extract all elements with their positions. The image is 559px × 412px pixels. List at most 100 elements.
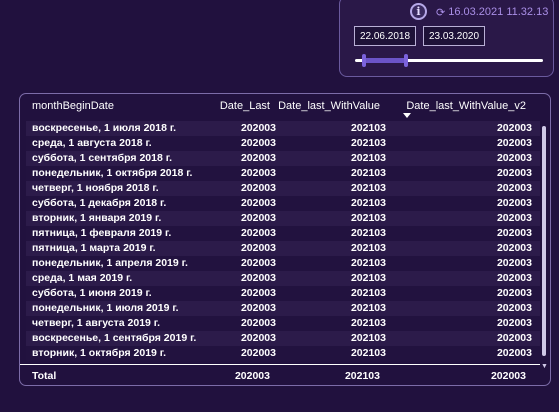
total-date-last-withvalue-v2: 202003 (490, 370, 526, 382)
cell-date-last-withvalue-v2: 202003 (496, 152, 532, 164)
cell-monthbegindate: пятница, 1 февраля 2019 г. (32, 227, 172, 239)
table-row[interactable]: воскресенье, 1 сентября 2019 г. 202003 202… (26, 331, 540, 346)
cell-monthbegindate: воскресенье, 1 июля 2018 г. (32, 122, 177, 134)
table-row[interactable]: понедельник, 1 октября 2018 г. 202003 2021… (26, 166, 540, 181)
cell-date-last-withvalue-v2: 202003 (496, 272, 532, 284)
cell-monthbegindate: четверг, 1 ноября 2018 г. (32, 182, 159, 194)
cell-date-last-withvalue-v2: 202003 (496, 332, 532, 344)
cell-monthbegindate: четверг, 1 августа 2019 г. (32, 317, 161, 329)
cell-date-last: 202003 (240, 347, 276, 359)
cell-monthbegindate: среда, 1 августа 2018 г. (32, 137, 152, 149)
cell-date-last-withvalue-v2: 202003 (496, 197, 532, 209)
cell-date-last-withvalue: 202103 (350, 152, 386, 164)
cell-date-last-withvalue-v2: 202003 (496, 137, 532, 149)
cell-date-last-withvalue-v2: 202003 (496, 122, 532, 134)
cell-monthbegindate: воскресенье, 1 сентября 2019 г. (32, 332, 197, 344)
cell-date-last-withvalue-v2: 202003 (496, 287, 532, 299)
cell-date-last: 202003 (240, 122, 276, 134)
cell-date-last-withvalue: 202103 (350, 122, 386, 134)
column-header-date-last-withvalue[interactable]: Date_last_WithValue (278, 100, 380, 112)
total-date-last-withvalue: 202103 (344, 370, 380, 382)
cell-date-last: 202003 (240, 167, 276, 179)
table-row[interactable]: суббота, 1 сентября 2018 г. 202003 202103 2… (26, 151, 540, 166)
cell-date-last-withvalue: 202103 (350, 242, 386, 254)
cell-date-last-withvalue: 202103 (350, 302, 386, 314)
cell-date-last-withvalue: 202103 (350, 332, 386, 344)
cell-date-last-withvalue: 202103 (350, 137, 386, 149)
date-slider-start-handle[interactable] (362, 54, 366, 67)
cell-monthbegindate: среда, 1 мая 2019 г. (32, 272, 133, 284)
cell-date-last-withvalue-v2: 202003 (496, 257, 532, 269)
table-row[interactable]: вторник, 1 октября 2019 г. 202003 202103 20… (26, 346, 540, 361)
cell-monthbegindate: суббота, 1 сентября 2018 г. (32, 152, 172, 164)
cell-monthbegindate: суббота, 1 декабря 2018 г. (32, 197, 167, 209)
scroll-down-icon[interactable]: ▼ (541, 363, 548, 370)
cell-date-last-withvalue: 202103 (350, 167, 386, 179)
cell-date-last: 202003 (240, 302, 276, 314)
cell-date-last-withvalue: 202103 (350, 182, 386, 194)
cell-monthbegindate: вторник, 1 октября 2019 г. (32, 347, 167, 359)
table-row[interactable]: четверг, 1 ноября 2018 г. 202003 202103 202… (26, 181, 540, 196)
column-header-monthbegindate[interactable]: monthBeginDate (32, 100, 114, 112)
column-header-date-last-withvalue-v2[interactable]: Date_last_WithValue_v2 (406, 100, 526, 112)
cell-date-last-withvalue: 202103 (350, 227, 386, 239)
cell-monthbegindate: понедельник, 1 апреля 2019 г. (32, 257, 188, 269)
sort-descending-icon (403, 113, 411, 118)
cell-date-last: 202003 (240, 242, 276, 254)
cell-monthbegindate: понедельник, 1 июля 2019 г. (32, 302, 179, 314)
cell-date-last-withvalue: 202103 (350, 212, 386, 224)
cell-date-last-withvalue: 202103 (350, 317, 386, 329)
cell-date-last: 202003 (240, 257, 276, 269)
refresh-icon[interactable]: ⟳ (436, 6, 445, 19)
total-label: Total (32, 370, 57, 382)
refresh-timestamp: 16.03.2021 11.32.13 (448, 6, 549, 18)
date-from-input[interactable]: 22.06.2018 (354, 26, 416, 46)
cell-date-last-withvalue: 202103 (350, 197, 386, 209)
table-row[interactable]: воскресенье, 1 июля 2018 г. 202003 202103 2… (26, 121, 540, 136)
cell-date-last: 202003 (240, 227, 276, 239)
table-total-row: Total 202003 202103 202003 (20, 364, 540, 384)
cell-date-last-withvalue-v2: 202003 (496, 302, 532, 314)
cell-date-last-withvalue-v2: 202003 (496, 212, 532, 224)
table-row[interactable]: понедельник, 1 апреля 2019 г. 202003 20210… (26, 256, 540, 271)
cell-date-last-withvalue-v2: 202003 (496, 182, 532, 194)
table-row[interactable]: понедельник, 1 июля 2019 г. 202003 202103 2… (26, 301, 540, 316)
date-slider-end-handle[interactable] (404, 54, 408, 67)
cell-date-last: 202003 (240, 197, 276, 209)
cell-date-last-withvalue: 202103 (350, 257, 386, 269)
column-header-date-last[interactable]: Date_Last (220, 100, 270, 112)
table-row[interactable]: вторник, 1 января 2019 г. 202003 202103 202… (26, 211, 540, 226)
info-icon[interactable]: i (410, 3, 427, 20)
table-row[interactable]: суббота, 1 декабря 2018 г. 202003 202103 20… (26, 196, 540, 211)
cell-date-last: 202003 (240, 212, 276, 224)
table-row[interactable]: среда, 1 августа 2018 г. 202003 202103 2020… (26, 136, 540, 151)
table-row[interactable]: среда, 1 мая 2019 г. 202003 202103 202003 (26, 271, 540, 286)
cell-date-last: 202003 (240, 272, 276, 284)
date-to-input[interactable]: 23.03.2020 (423, 26, 485, 46)
date-slider-range (364, 58, 406, 63)
cell-monthbegindate: вторник, 1 января 2019 г. (32, 212, 162, 224)
cell-date-last-withvalue-v2: 202003 (496, 347, 532, 359)
cell-date-last-withvalue-v2: 202003 (496, 317, 532, 329)
table-row[interactable]: пятница, 1 февраля 2019 г. 202003 202103 20… (26, 226, 540, 241)
table-row[interactable]: суббота, 1 июня 2019 г. 202003 202103 20200… (26, 286, 540, 301)
refresh-status: ⟳ 16.03.2021 11.32.13 (436, 5, 548, 19)
scrollbar-thumb[interactable] (542, 126, 546, 356)
cell-date-last-withvalue: 202103 (350, 272, 386, 284)
vertical-scrollbar[interactable]: ▼ (541, 120, 548, 370)
cell-date-last-withvalue: 202103 (350, 347, 386, 359)
table-body: воскресенье, 1 июля 2018 г. 202003 202103 2… (26, 121, 540, 365)
cell-date-last: 202003 (240, 317, 276, 329)
cell-date-last: 202003 (240, 332, 276, 344)
cell-date-last-withvalue: 202103 (350, 287, 386, 299)
cell-monthbegindate: понедельник, 1 октября 2018 г. (32, 167, 193, 179)
cell-date-last-withvalue-v2: 202003 (496, 242, 532, 254)
cell-date-last: 202003 (240, 287, 276, 299)
total-date-last: 202003 (234, 370, 270, 382)
table-row[interactable]: пятница, 1 марта 2019 г. 202003 202103 2020… (26, 241, 540, 256)
table-header: monthBeginDate Date_Last Date_last_WithV… (20, 94, 540, 120)
cell-date-last: 202003 (240, 137, 276, 149)
cell-date-last-withvalue-v2: 202003 (496, 167, 532, 179)
table-row[interactable]: четверг, 1 августа 2019 г. 202003 202103 20… (26, 316, 540, 331)
table-visual: monthBeginDate Date_Last Date_last_WithV… (19, 93, 551, 386)
